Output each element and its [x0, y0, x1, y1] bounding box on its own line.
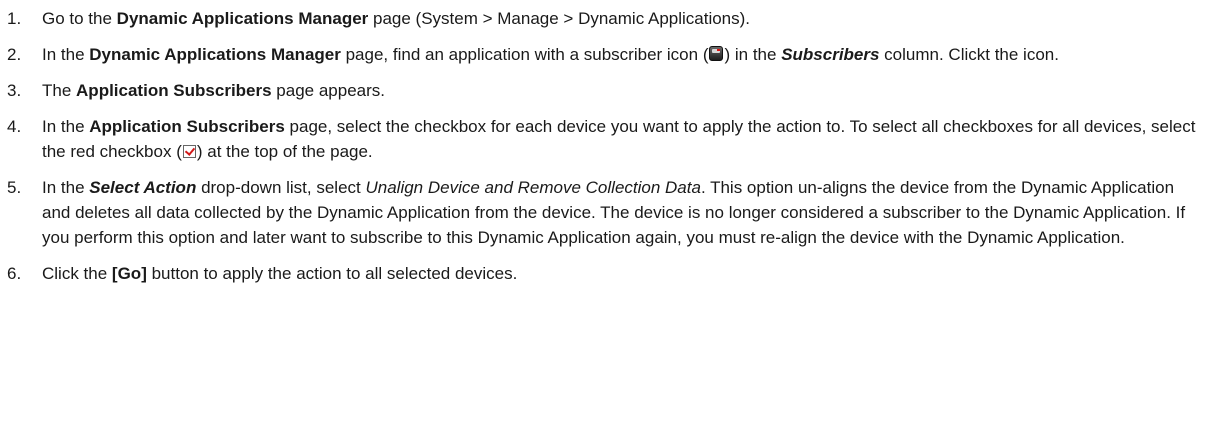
field-name: Select Action	[89, 178, 197, 197]
step-3: 3. The Application Subscribers page appe…	[0, 78, 1200, 103]
step-number: 6.	[7, 264, 22, 283]
step-text: Go to the	[42, 9, 117, 28]
step-number: 2.	[7, 45, 22, 64]
button-name: [Go]	[111, 264, 147, 283]
step-text: In the	[42, 117, 90, 136]
step-text: In the	[42, 45, 90, 64]
step-5: 5. In the Select Action drop-down list, …	[0, 175, 1200, 250]
step-text: ) at the top of the page.	[196, 142, 373, 161]
page-name: Application Subscribers	[89, 117, 285, 136]
step-number: 1.	[7, 9, 22, 28]
column-name: Subscribers	[781, 45, 880, 64]
option-name: Unalign Device and Remove Collection Dat…	[365, 178, 701, 197]
page-name: Dynamic Applications Manager	[116, 9, 369, 28]
step-text: The	[42, 81, 77, 100]
step-6: 6. Click the [Go] button to apply the ac…	[0, 261, 1200, 286]
subscriber-icon	[709, 46, 724, 61]
step-text: Click the	[42, 264, 112, 283]
page-name: Dynamic Applications Manager	[89, 45, 341, 64]
step-1: 1. Go to the Dynamic Applications Manage…	[0, 6, 1200, 31]
step-text: page, find an application with a subscri…	[340, 45, 709, 64]
step-text: drop-down list, select	[196, 178, 366, 197]
step-number: 5.	[7, 178, 22, 197]
step-text: column. Clickt the icon.	[879, 45, 1059, 64]
step-number: 3.	[7, 81, 22, 100]
step-number: 4.	[7, 117, 22, 136]
step-4: 4. In the Application Subscribers page, …	[0, 114, 1200, 164]
red-checkbox-icon	[182, 145, 196, 158]
step-text: ) in the	[724, 45, 782, 64]
step-2: 2. In the Dynamic Applications Manager p…	[0, 42, 1200, 67]
step-text: page (System > Manage > Dynamic Applicat…	[368, 9, 751, 28]
step-text: button to apply the action to all select…	[146, 264, 518, 283]
page-name: Application Subscribers	[76, 81, 272, 100]
step-text: In the	[42, 178, 90, 197]
step-text: page appears.	[271, 81, 385, 100]
instruction-steps: 1. Go to the Dynamic Applications Manage…	[0, 0, 1200, 286]
